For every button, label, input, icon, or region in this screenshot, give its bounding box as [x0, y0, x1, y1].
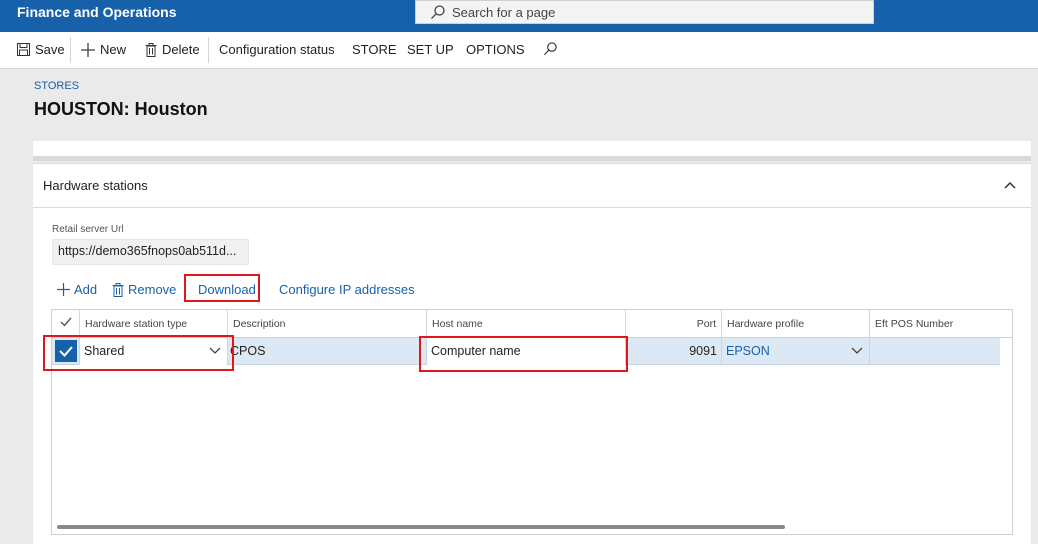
column-header[interactable]: Hardware station type [80, 310, 228, 338]
search-icon [431, 5, 445, 19]
trash-icon [112, 282, 124, 297]
horizontal-scrollbar[interactable] [57, 525, 785, 529]
configure-ip-label: Configure IP addresses [279, 282, 415, 297]
new-button[interactable]: New [81, 42, 126, 57]
page-title: HOUSTON: Houston [34, 99, 208, 119]
plus-icon [57, 283, 70, 296]
remove-button[interactable]: Remove [112, 282, 176, 297]
search-placeholder: Search for a page [452, 5, 556, 20]
find-button[interactable] [543, 41, 558, 56]
eft-pos-number-cell[interactable] [870, 338, 1000, 365]
retail-server-url-field[interactable]: https://demo365fnops0ab511d... [52, 239, 249, 265]
hardware-stations-section: Hardware stations Retail server Url http… [33, 163, 1031, 544]
section-title[interactable]: Hardware stations [43, 178, 148, 193]
new-label: New [100, 42, 127, 57]
options-tab[interactable]: OPTIONS [466, 42, 525, 57]
configuration-status-button[interactable]: Configuration status [219, 42, 335, 57]
app-title: Finance and Operations [17, 4, 177, 20]
divider [33, 207, 1031, 208]
configuration-status-label: Configuration status [219, 42, 335, 57]
search-box[interactable]: Search for a page [415, 0, 874, 24]
save-button[interactable]: Save [17, 42, 65, 57]
top-bar: Finance and Operations Search for a page [0, 0, 1038, 32]
retail-server-url-label: Retail server Url [52, 224, 124, 235]
chevron-down-icon[interactable] [851, 347, 863, 355]
hardware-profile-value: EPSON [726, 344, 770, 358]
hardware-profile-select[interactable]: EPSON [722, 338, 870, 365]
column-header[interactable]: Port [626, 310, 722, 338]
collapsed-section [33, 141, 1031, 156]
divider [70, 37, 71, 63]
checkmark-icon [60, 317, 72, 327]
search-icon [544, 42, 557, 55]
trash-icon [145, 42, 157, 57]
delete-button[interactable]: Delete [145, 42, 200, 57]
station-type-highlight [43, 335, 234, 371]
setup-tab[interactable]: SET UP [407, 42, 454, 57]
add-label: Add [74, 282, 98, 297]
column-header[interactable]: Description [228, 310, 427, 338]
column-header[interactable]: Host name [427, 310, 626, 338]
host-name-highlight [419, 336, 628, 372]
save-label: Save [35, 42, 65, 57]
configure-ip-addresses-button[interactable]: Configure IP addresses [279, 282, 415, 297]
column-header[interactable]: Hardware profile [722, 310, 870, 338]
chevron-up-icon[interactable] [1003, 178, 1017, 192]
select-all-checkbox[interactable] [52, 310, 80, 338]
remove-label: Remove [128, 282, 177, 297]
setup-label: SET UP [407, 42, 454, 57]
download-highlight [184, 274, 260, 302]
delete-label: Delete [162, 42, 200, 57]
port-cell[interactable]: 9091 [626, 338, 722, 365]
action-pane: Save New Delete Configuration status STO… [0, 32, 1038, 69]
store-label: STORE [352, 42, 397, 57]
store-tab[interactable]: STORE [352, 42, 397, 57]
section-divider [33, 156, 1031, 161]
description-cell[interactable]: CPOS [228, 338, 427, 365]
column-header[interactable]: Eft POS Number [870, 310, 1012, 338]
divider [208, 37, 209, 63]
save-icon [17, 43, 30, 56]
grid-header: Hardware station type Description Host n… [52, 310, 1012, 338]
breadcrumb[interactable]: STORES [34, 80, 79, 92]
add-button[interactable]: Add [57, 282, 97, 297]
options-label: OPTIONS [466, 42, 525, 57]
plus-icon [81, 42, 95, 57]
